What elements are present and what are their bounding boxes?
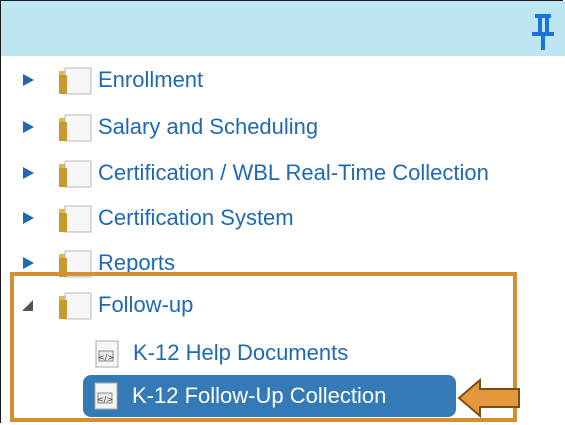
folder-icon bbox=[59, 292, 92, 320]
triangle-right-icon[interactable] bbox=[20, 165, 36, 181]
triangle-down-icon[interactable] bbox=[20, 297, 36, 313]
tree-item-label[interactable]: Salary and Scheduling bbox=[98, 113, 318, 141]
triangle-right-icon[interactable] bbox=[20, 210, 36, 226]
triangle-right-icon[interactable] bbox=[20, 119, 36, 135]
tree-item-certification-system[interactable]: Certification System bbox=[0, 200, 565, 236]
folder-icon bbox=[59, 114, 92, 142]
tree-item-enrollment[interactable]: Enrollment bbox=[0, 62, 565, 98]
tree-item-label[interactable]: Enrollment bbox=[98, 66, 203, 94]
svg-text:</>: </> bbox=[97, 395, 113, 404]
pin-icon[interactable] bbox=[529, 10, 557, 52]
folder-icon bbox=[59, 67, 92, 95]
tree-item-certification-wbl[interactable]: Certification / WBL Real-Time Collection bbox=[0, 155, 565, 191]
tree-item-label[interactable]: Certification System bbox=[98, 204, 294, 232]
tree-item-label[interactable]: Follow-up bbox=[98, 291, 193, 319]
folder-icon bbox=[59, 160, 92, 188]
tree-child-k12-help-documents[interactable]: </> K-12 Help Documents bbox=[0, 335, 565, 371]
document-icon: </> bbox=[94, 382, 118, 410]
panel-header bbox=[1, 1, 565, 56]
document-icon: </> bbox=[95, 340, 119, 368]
triangle-right-icon[interactable] bbox=[20, 72, 36, 88]
triangle-right-icon[interactable] bbox=[20, 255, 36, 271]
folder-icon bbox=[59, 205, 92, 233]
tree-item-salary-and-scheduling[interactable]: Salary and Scheduling bbox=[0, 109, 565, 145]
tree-child-k12-follow-up-collection[interactable]: </> K-12 Follow-Up Collection bbox=[83, 375, 456, 417]
tree-child-label[interactable]: K-12 Help Documents bbox=[133, 339, 348, 367]
tree-item-label[interactable]: Certification / WBL Real-Time Collection bbox=[98, 159, 489, 187]
arrow-left-icon bbox=[457, 377, 520, 419]
tree-item-follow-up[interactable]: Follow-up bbox=[0, 287, 565, 323]
svg-text:</>: </> bbox=[98, 353, 114, 362]
tree-child-label[interactable]: K-12 Follow-Up Collection bbox=[132, 382, 386, 410]
